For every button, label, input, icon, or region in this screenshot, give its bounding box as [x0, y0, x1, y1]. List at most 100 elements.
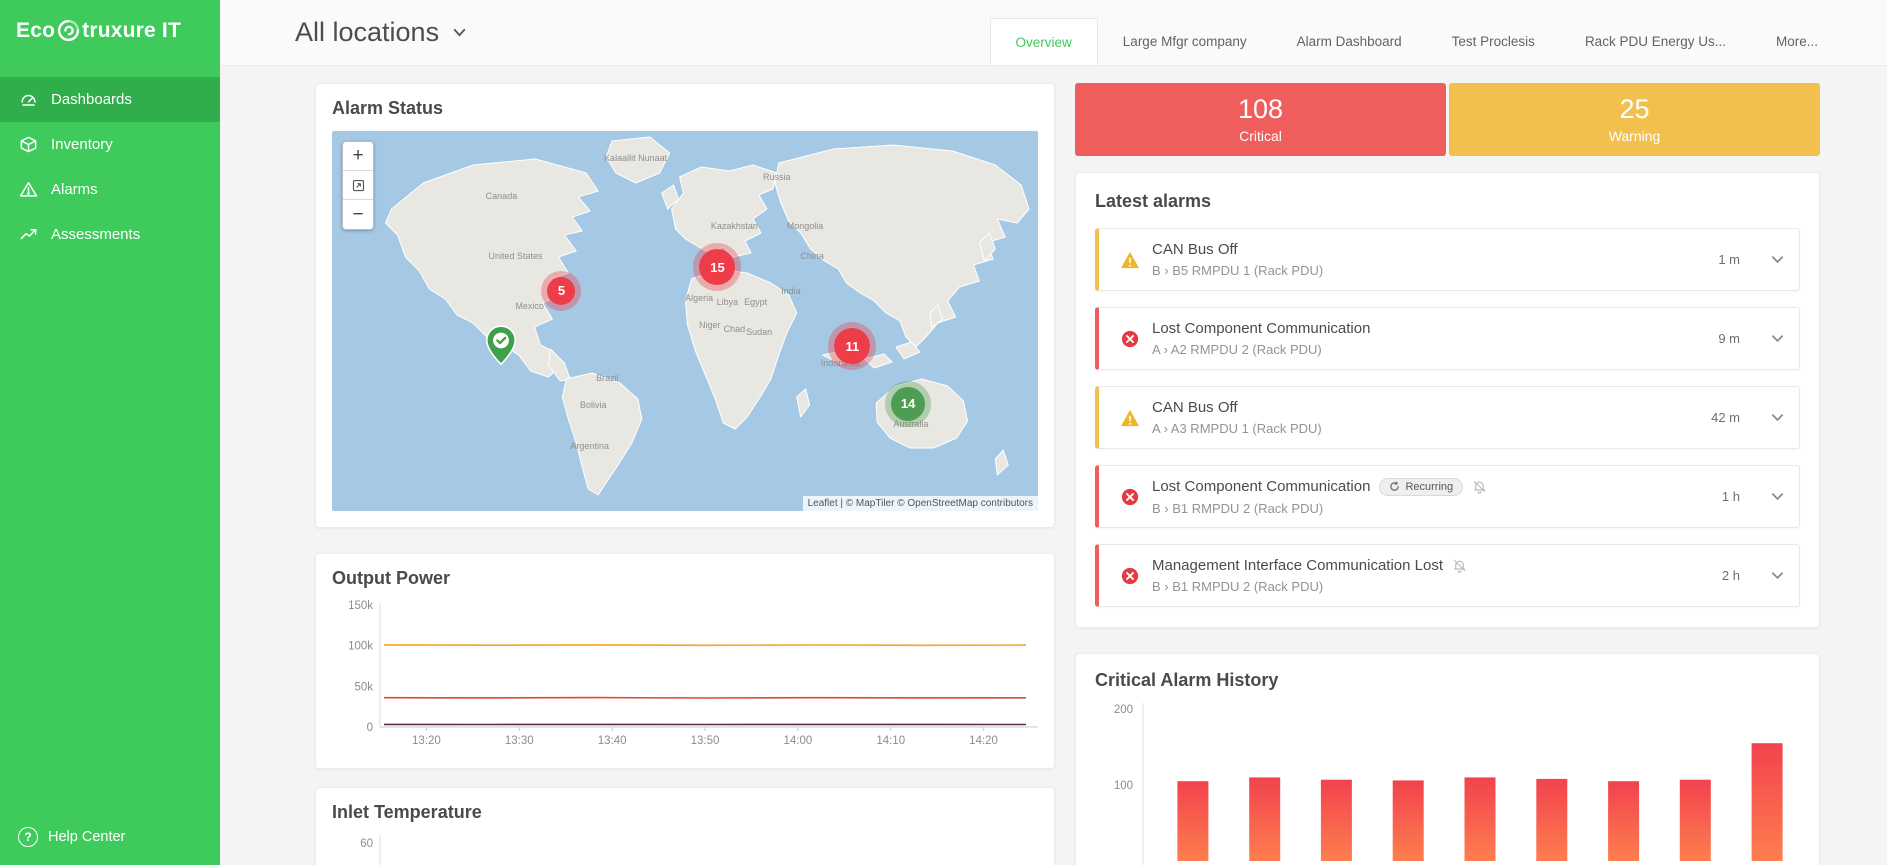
svg-text:60: 60 [360, 838, 373, 850]
sidebar-item-label: Alarms [51, 181, 98, 198]
warning-stat-card[interactable]: 25 Warning [1449, 83, 1820, 156]
recurring-icon [1389, 481, 1400, 492]
latest-alarms-card: Latest alarms CAN Bus Off B › B5 RMPDU 1 … [1075, 172, 1820, 628]
svg-text:200: 200 [1114, 704, 1133, 716]
map-attribution[interactable]: Leaflet | © MapTiler © OpenStreetMap con… [803, 496, 1038, 511]
bell-muted-icon [1472, 479, 1487, 494]
alarm-title: Management Interface Communication Lost [1152, 557, 1443, 574]
alarm-row[interactable]: CAN Bus OffA › A3 RMPDU 1 (Rack PDU)42 m [1095, 386, 1800, 449]
chevron-down-icon[interactable] [1770, 568, 1785, 583]
assessments-icon [18, 225, 38, 245]
tab-large-mfgr-company[interactable]: Large Mfgr company [1098, 18, 1272, 65]
critical-alarm-history-card: Critical Alarm History 100200 [1075, 653, 1820, 865]
alarm-age: 1 h [1722, 489, 1740, 504]
alarm-device-path: B › B1 RMPDU 2 (Rack PDU) [1152, 501, 1722, 516]
svg-text:150k: 150k [348, 600, 373, 612]
tab-more[interactable]: More... [1751, 18, 1843, 65]
tab-rack-pdu-energy-us[interactable]: Rack PDU Energy Us... [1560, 18, 1751, 65]
alarm-title: CAN Bus Off [1152, 241, 1238, 258]
alarm-text: CAN Bus Off B › B5 RMPDU 1 (Rack PDU) [1152, 241, 1718, 278]
map-cluster-marker-ok[interactable]: 14 [891, 387, 925, 421]
alarm-age: 9 m [1718, 331, 1740, 346]
sidebar-item-alarms[interactable]: Alarms [0, 167, 220, 212]
inlet-temperature-chart: 60 [332, 831, 1040, 865]
sidebar-item-dashboards[interactable]: Dashboards [0, 77, 220, 122]
recurring-badge-label: Recurring [1405, 481, 1453, 493]
map-cluster-marker-critical[interactable]: 5 [547, 277, 575, 305]
alarm-age: 1 m [1718, 252, 1740, 267]
chevron-down-icon[interactable] [1770, 331, 1785, 346]
chevron-down-icon[interactable] [1770, 410, 1785, 425]
recurring-badge: Recurring [1379, 478, 1463, 496]
alarm-title: CAN Bus Off [1152, 399, 1238, 416]
sidebar-item-inventory[interactable]: Inventory [0, 122, 220, 167]
warning-label: Warning [1609, 128, 1661, 144]
output-power-chart: 050k100k150k13:2013:3013:4013:5014:0014:… [332, 597, 1040, 749]
top-header: All locations OverviewLarge Mfgr company… [220, 0, 1887, 66]
svg-text:13:50: 13:50 [691, 735, 720, 747]
location-selector[interactable]: All locations [295, 17, 468, 48]
fullscreen-button[interactable] [343, 171, 373, 200]
alarm-device-path: B › B1 RMPDU 2 (Rack PDU) [1152, 579, 1722, 594]
svg-text:13:20: 13:20 [412, 735, 441, 747]
warning-icon [1119, 251, 1140, 269]
inlet-temperature-title: Inlet Temperature [332, 802, 1038, 823]
map-cluster-marker-critical[interactable]: 15 [699, 249, 735, 285]
svg-text:100k: 100k [348, 641, 373, 653]
ecostruxure-swirl-icon [56, 18, 81, 43]
alarm-row[interactable]: CAN Bus Off B › B5 RMPDU 1 (Rack PDU)1 m [1095, 228, 1800, 291]
output-power-title: Output Power [332, 568, 1038, 589]
svg-text:14:10: 14:10 [876, 735, 905, 747]
map-cluster-marker-critical[interactable]: 11 [834, 328, 870, 364]
alarm-device-path: A › A3 RMPDU 1 (Rack PDU) [1152, 421, 1711, 436]
critical-icon [1119, 488, 1140, 506]
tab-test-proclesis[interactable]: Test Proclesis [1427, 18, 1560, 65]
world-map-land [332, 131, 1038, 511]
location-label: All locations [295, 17, 439, 48]
world-map[interactable]: + − Leaflet | © MapTiler © OpenStreetMap… [332, 131, 1038, 511]
alarm-age: 2 h [1722, 568, 1740, 583]
tab-alarm-dashboard[interactable]: Alarm Dashboard [1272, 18, 1427, 65]
left-column: Alarm Status [315, 83, 1055, 865]
inlet-temperature-card: Inlet Temperature 60 [315, 787, 1055, 865]
help-icon: ? [18, 827, 38, 847]
map-controls: + − [342, 141, 374, 230]
alarms-icon [18, 180, 38, 200]
zoom-in-button[interactable]: + [343, 142, 373, 171]
output-power-card: Output Power 050k100k150k13:2013:3013:40… [315, 553, 1055, 769]
alarm-row[interactable]: Management Interface Communication Lost B… [1095, 544, 1800, 607]
critical-count: 108 [1238, 95, 1283, 123]
map-pin-ok-icon[interactable] [485, 325, 517, 365]
chevron-down-icon [451, 24, 468, 41]
critical-alarm-history-chart: 100 200 [1095, 701, 1803, 865]
warning-icon [1119, 409, 1140, 427]
critical-stat-card[interactable]: 108 Critical [1075, 83, 1446, 156]
sidebar-item-assessments[interactable]: Assessments [0, 212, 220, 257]
chevron-down-icon[interactable] [1770, 252, 1785, 267]
inventory-icon [18, 135, 38, 155]
svg-text:14:20: 14:20 [969, 735, 998, 747]
main-area: All locations OverviewLarge Mfgr company… [220, 0, 1887, 865]
help-center-label: Help Center [48, 829, 125, 845]
tab-overview[interactable]: Overview [990, 18, 1098, 65]
alarm-title: Lost Component Communication [1152, 478, 1370, 495]
stats-row: 108 Critical 25 Warning [1075, 83, 1820, 156]
critical-icon [1119, 330, 1140, 348]
help-center-button[interactable]: ? Help Center [0, 809, 220, 865]
latest-alarms-title: Latest alarms [1095, 191, 1800, 212]
svg-text:100: 100 [1114, 780, 1133, 792]
chevron-down-icon[interactable] [1770, 489, 1785, 504]
zoom-out-button[interactable]: − [343, 200, 373, 229]
alarm-row[interactable]: Lost Component CommunicationA › A2 RMPDU… [1095, 307, 1800, 370]
latest-alarms-list: CAN Bus Off B › B5 RMPDU 1 (Rack PDU)1 m L… [1095, 228, 1800, 607]
alarm-text: CAN Bus Off A › A3 RMPDU 1 (Rack PDU) [1152, 399, 1711, 436]
brand-text-suffix: truxure IT [82, 19, 181, 43]
sidebar-item-label: Inventory [51, 136, 113, 153]
critical-label: Critical [1239, 128, 1282, 144]
svg-text:50k: 50k [354, 681, 373, 693]
alarm-status-title: Alarm Status [332, 98, 1038, 119]
alarm-row[interactable]: Lost Component Communication Recurring B ›… [1095, 465, 1800, 528]
alarm-device-path: B › B5 RMPDU 1 (Rack PDU) [1152, 263, 1718, 278]
brand-text-prefix: Eco [16, 19, 55, 43]
alarm-device-path: A › A2 RMPDU 2 (Rack PDU) [1152, 342, 1718, 357]
